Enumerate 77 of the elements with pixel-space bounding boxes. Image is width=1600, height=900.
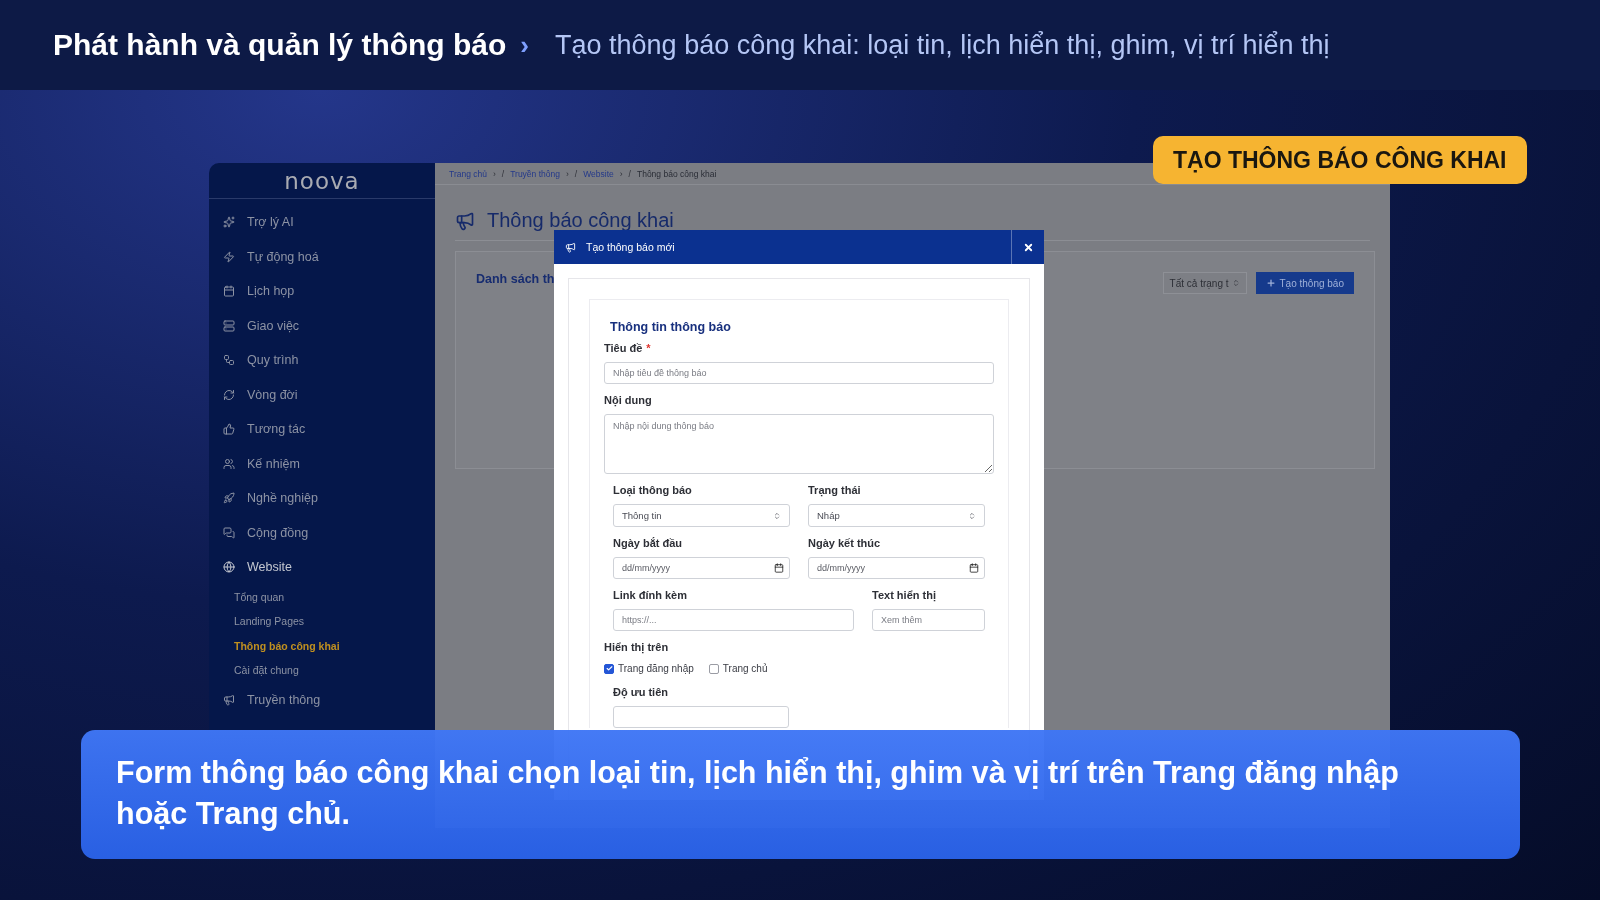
content-textarea[interactable]: Nhập nội dung thông báo [604, 414, 994, 474]
type-select[interactable]: Thông tin [613, 504, 790, 527]
sidebar-subitem[interactable]: Landing Pages [209, 609, 435, 634]
status-select[interactable]: Nháp [808, 504, 985, 527]
menu-item-icon [223, 388, 235, 401]
breadcrumb-separator: › [565, 168, 569, 179]
field-label: Trạng thái [808, 484, 862, 496]
menu-item-icon [223, 492, 235, 505]
menu-item-icon [223, 423, 235, 436]
header-separator: › [520, 29, 530, 61]
caption-banner: Form thông báo công khai chọn loại tin, lịch hiển thị, ghim và vị trí trên Trang đăng nhập hoặc Trang chủ. [81, 730, 1520, 859]
sidebar-item[interactable]: Tự động hoá [209, 239, 435, 274]
field-label: Ngày kết thúc [808, 537, 882, 549]
calendar-icon[interactable] [774, 563, 784, 573]
card-title: Danh sách th [476, 272, 555, 286]
sidebar-item[interactable]: Truyền thông [209, 682, 435, 717]
checkbox-option[interactable]: Trang đăng nhập [604, 663, 694, 674]
header-title: Phát hành và quản lý thông báo [53, 28, 507, 62]
sidebar-item[interactable]: Vòng đời [209, 377, 435, 412]
display-text-input[interactable]: Xem thêm [872, 609, 985, 631]
field-label: Text hiển thị [872, 589, 937, 601]
step-badge: TẠO THÔNG BÁO CÔNG KHAI [1153, 136, 1527, 184]
sort-caret-icon [968, 511, 976, 520]
menu-item-icon [223, 285, 235, 298]
sidebar-item[interactable]: Website [209, 550, 435, 585]
breadcrumb-separator: › [492, 168, 496, 179]
sidebar-item[interactable]: Lịch họp [209, 274, 435, 309]
sidebar-item[interactable]: Trợ lý AI [209, 205, 435, 240]
menu-item-icon [223, 457, 235, 470]
menu-item-icon [223, 250, 235, 263]
sidebar-item[interactable]: Quy trình [209, 343, 435, 378]
checkbox[interactable] [708, 663, 719, 674]
breadcrumb-link[interactable]: Thông báo công khai [636, 168, 717, 179]
breadcrumb-separator: / [501, 168, 505, 179]
plus-icon [1265, 278, 1276, 288]
title-input[interactable]: Nhập tiêu đề thông báo [604, 362, 994, 384]
sidebar-item[interactable]: Cộng đồng [209, 515, 435, 550]
field-label: Loại thông báo [613, 484, 693, 496]
sidebar-item[interactable]: Tương tác [209, 412, 435, 447]
field-label: Hiển thị trên [604, 641, 670, 653]
breadcrumb-separator: / [574, 168, 578, 179]
checkbox[interactable] [604, 663, 614, 674]
header-subtitle: Tạo thông báo công khai: loại tin, lịch hiển thị, ghim, vị trí hiển thị [555, 29, 1330, 61]
megaphone-icon [565, 241, 576, 253]
field-label: Tiêu đề * [604, 342, 652, 354]
breadcrumb-separator: › [619, 168, 623, 179]
breadcrumb-separator: / [628, 168, 631, 179]
menu-item-icon [223, 354, 235, 367]
close-icon [1022, 241, 1034, 253]
section-title: Thông tin thông báo [609, 320, 732, 334]
megaphone-icon [455, 210, 475, 231]
sidebar-subitem[interactable]: Thông báo công khai [209, 633, 435, 658]
menu-item-icon [223, 561, 235, 574]
menu-item-icon [223, 526, 235, 539]
sidebar-item[interactable]: Kế nhiệm [209, 446, 435, 481]
sidebar-item[interactable]: Giao việc [209, 308, 435, 343]
menu-item-icon [223, 216, 235, 229]
create-button[interactable]: Tạo thông báo [1255, 272, 1354, 294]
sidebar-subitem[interactable]: Cài đặt chung [209, 658, 435, 683]
field-label: Ngày bắt đầu [613, 537, 684, 549]
field-label: Nội dung [604, 394, 653, 406]
page-title: Thông báo công khai [487, 209, 674, 232]
sort-caret-icon [773, 511, 781, 520]
field-label: Link đính kèm [613, 589, 688, 601]
sidebar-item[interactable]: Nghề nghiệp [209, 481, 435, 516]
field-label: Độ ưu tiên [613, 686, 670, 698]
menu-item-icon [223, 693, 235, 706]
date-field[interactable]: dd/mm/yyyy [808, 557, 985, 579]
checkbox-option[interactable]: Trang chủ [708, 663, 768, 674]
sidebar-subitem[interactable]: Tổng quan [209, 584, 435, 609]
link-input[interactable]: https://... [613, 609, 854, 631]
sort-caret-icon [1231, 279, 1240, 287]
date-field[interactable]: dd/mm/yyyy [613, 557, 790, 579]
modal-header: Tạo thông báo mới [554, 230, 1011, 264]
menu-item-icon [223, 319, 235, 332]
calendar-icon[interactable] [969, 563, 979, 573]
status-filter-select[interactable]: Tất cả trạng t [1162, 272, 1247, 294]
